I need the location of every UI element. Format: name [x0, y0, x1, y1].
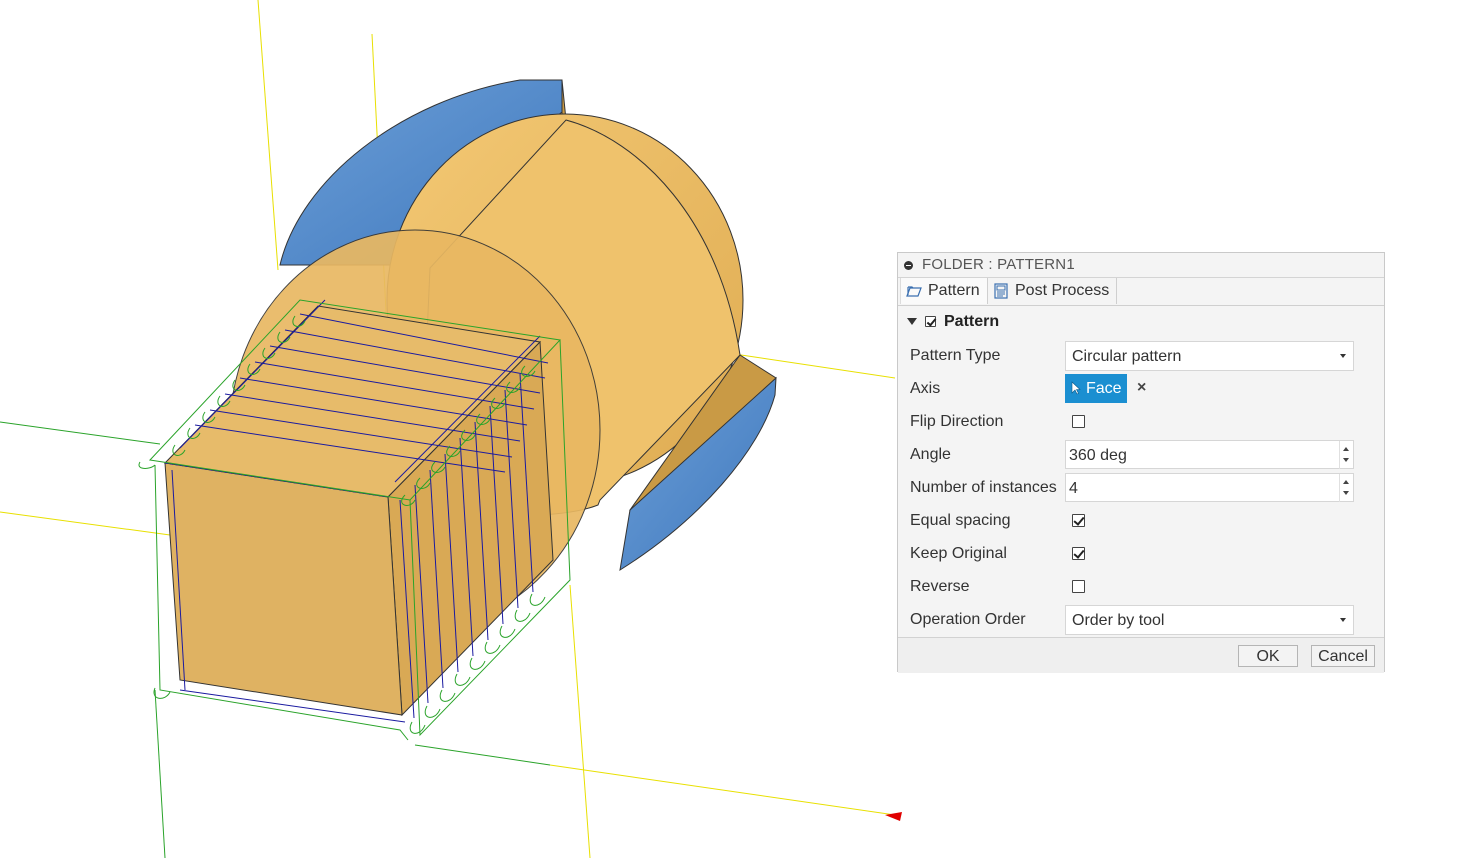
reverse-checkbox[interactable] — [1072, 580, 1085, 593]
pattern-type-select[interactable]: Circular pattern — [1065, 341, 1354, 371]
flip-direction-label: Flip Direction — [910, 413, 1004, 430]
tab-post-process-label: Post Process — [1015, 282, 1110, 299]
keep-original-checkbox[interactable] — [1072, 547, 1085, 560]
equal-spacing-row: Equal spacing — [910, 506, 1380, 536]
pattern-type-label: Pattern Type — [910, 347, 1001, 364]
expand-triangle-icon[interactable] — [907, 318, 917, 325]
angle-label: Angle — [910, 446, 951, 463]
operation-order-row: Operation Order Order by tool — [910, 605, 1380, 635]
angle-spinner[interactable] — [1339, 441, 1353, 469]
instances-label: Number of instances — [910, 479, 1057, 496]
angle-input[interactable]: 360 deg — [1065, 440, 1354, 469]
axis-label: Axis — [910, 380, 941, 397]
operation-order-value: Order by tool — [1072, 612, 1165, 629]
equal-spacing-checkbox[interactable] — [1072, 514, 1085, 527]
flip-direction-checkbox[interactable] — [1072, 415, 1085, 428]
cursor-arrow-icon — [1071, 381, 1081, 395]
instances-row: Number of instances 4 — [910, 473, 1380, 503]
pattern-group-header[interactable]: Pattern — [907, 313, 1207, 333]
dropdown-arrow-icon — [1340, 618, 1346, 622]
reverse-row: Reverse — [910, 572, 1380, 602]
pattern-dialog: FOLDER : PATTERN1 Pattern Post Process P — [897, 252, 1385, 673]
collapse-icon[interactable] — [904, 261, 913, 270]
angle-value: 360 deg — [1069, 447, 1127, 464]
tab-pattern-label: Pattern — [928, 282, 980, 299]
tab-pattern[interactable]: Pattern — [900, 278, 988, 304]
instances-input[interactable]: 4 — [1065, 473, 1354, 502]
dialog-title-bar: FOLDER : PATTERN1 — [898, 253, 1384, 278]
pattern-tab-icon — [906, 286, 922, 297]
post-process-icon — [994, 283, 1008, 299]
clear-selection-icon[interactable]: × — [1137, 379, 1146, 397]
axis-row: Axis Face × — [910, 374, 1380, 404]
pattern-group-title: Pattern — [944, 313, 1000, 330]
dialog-title: FOLDER : PATTERN1 — [922, 256, 1075, 273]
pattern-type-row: Pattern Type Circular pattern — [910, 341, 1380, 371]
operation-order-label: Operation Order — [910, 611, 1026, 628]
axis-selection-value: Face — [1086, 380, 1122, 397]
operation-order-select[interactable]: Order by tool — [1065, 605, 1354, 635]
pattern-group-checkbox[interactable] — [925, 316, 936, 327]
angle-row: Angle 360 deg — [910, 440, 1380, 470]
reverse-label: Reverse — [910, 578, 970, 595]
pattern-type-value: Circular pattern — [1072, 348, 1182, 365]
keep-original-row: Keep Original — [910, 539, 1380, 569]
tab-post-process[interactable]: Post Process — [988, 278, 1117, 304]
tab-bar: Pattern Post Process — [898, 278, 1384, 306]
ok-button[interactable]: OK — [1238, 645, 1298, 667]
equal-spacing-label: Equal spacing — [910, 512, 1011, 529]
flip-direction-row: Flip Direction — [910, 407, 1380, 437]
instances-spinner[interactable] — [1339, 474, 1353, 502]
axis-arrow-icon — [885, 812, 902, 821]
keep-original-label: Keep Original — [910, 545, 1007, 562]
cancel-button[interactable]: Cancel — [1311, 645, 1375, 667]
axis-selection-button[interactable]: Face — [1065, 374, 1127, 403]
instances-value: 4 — [1069, 480, 1078, 497]
dropdown-arrow-icon — [1340, 354, 1346, 358]
dialog-footer: OK Cancel — [898, 637, 1384, 673]
